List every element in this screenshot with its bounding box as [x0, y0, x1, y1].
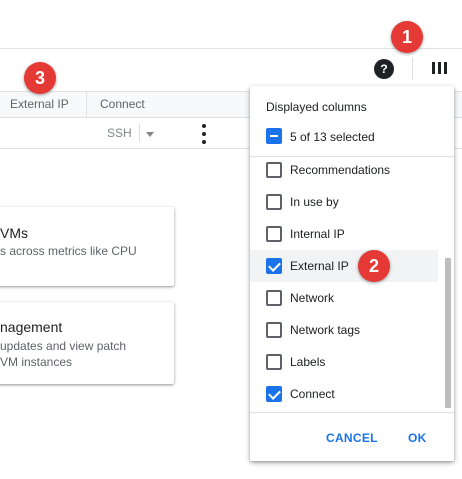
annotation-badge-3: 3	[24, 62, 56, 94]
panel-scrollbar[interactable]	[445, 258, 451, 408]
option-label: Internal IP	[290, 227, 345, 241]
card-title: VMs	[0, 225, 28, 241]
cancel-button[interactable]: CANCEL	[326, 431, 378, 445]
column-option-network-tags[interactable]: Network tags	[250, 314, 438, 346]
column-option-recommendations[interactable]: Recommendations	[250, 154, 438, 186]
column-divider	[86, 92, 87, 117]
option-label: Labels	[290, 355, 326, 369]
ok-button[interactable]: OK	[408, 431, 427, 445]
selection-summary: 5 of 13 selected	[290, 130, 375, 144]
checkbox[interactable]	[266, 258, 282, 274]
column-option-connect[interactable]: Connect	[250, 378, 438, 410]
column-option-internal-ip[interactable]: Internal IP	[250, 218, 438, 250]
annotation-badge-2: 2	[358, 250, 390, 282]
option-label: External IP	[290, 259, 349, 273]
column-header-connect[interactable]: Connect	[100, 92, 145, 117]
column-header-external-ip[interactable]: External IP	[10, 92, 69, 117]
option-label: Network tags	[290, 323, 361, 337]
ssh-dropdown-icon[interactable]	[146, 132, 154, 137]
checkbox[interactable]	[266, 386, 282, 402]
card-title: nagement	[0, 319, 63, 335]
card-text: updates and view patch	[0, 339, 127, 353]
annotation-badge-1: 1	[391, 21, 423, 53]
option-label: Connect	[290, 387, 335, 401]
checkbox[interactable]	[266, 354, 282, 370]
checkbox[interactable]	[266, 162, 282, 178]
checkbox[interactable]	[266, 290, 282, 306]
option-label: Recommendations	[290, 163, 391, 177]
ssh-button[interactable]: SSH	[107, 126, 132, 140]
select-all-checkbox[interactable]	[266, 128, 282, 144]
option-label: In use by	[290, 195, 339, 209]
checkbox[interactable]	[266, 226, 282, 242]
column-option-external-ip[interactable]: External IP	[250, 250, 438, 282]
recommendation-card-management[interactable]: nagement updates and view patch VM insta…	[0, 302, 174, 384]
displayed-columns-panel: Displayed columns 5 of 13 selected Recom…	[250, 86, 454, 461]
recommendation-card-vms[interactable]: VMs s across metrics like CPU	[0, 207, 174, 286]
more-actions-icon[interactable]	[201, 124, 207, 144]
toolbar-divider	[412, 58, 413, 80]
ssh-divider	[139, 124, 140, 142]
panel-title: Displayed columns	[266, 100, 367, 114]
help-icon[interactable]: ?	[374, 59, 394, 79]
column-option-network[interactable]: Network	[250, 282, 438, 314]
column-display-options-icon[interactable]	[432, 60, 448, 76]
card-text: s across metrics like CPU	[0, 244, 137, 258]
card-text: VM instances	[0, 355, 73, 369]
checkbox[interactable]	[266, 322, 282, 338]
column-option-in-use-by[interactable]: In use by	[250, 186, 438, 218]
column-option-labels[interactable]: Labels	[250, 346, 438, 378]
checkbox[interactable]	[266, 194, 282, 210]
panel-footer: CANCEL OK	[250, 412, 454, 461]
option-label: Network	[290, 291, 335, 305]
